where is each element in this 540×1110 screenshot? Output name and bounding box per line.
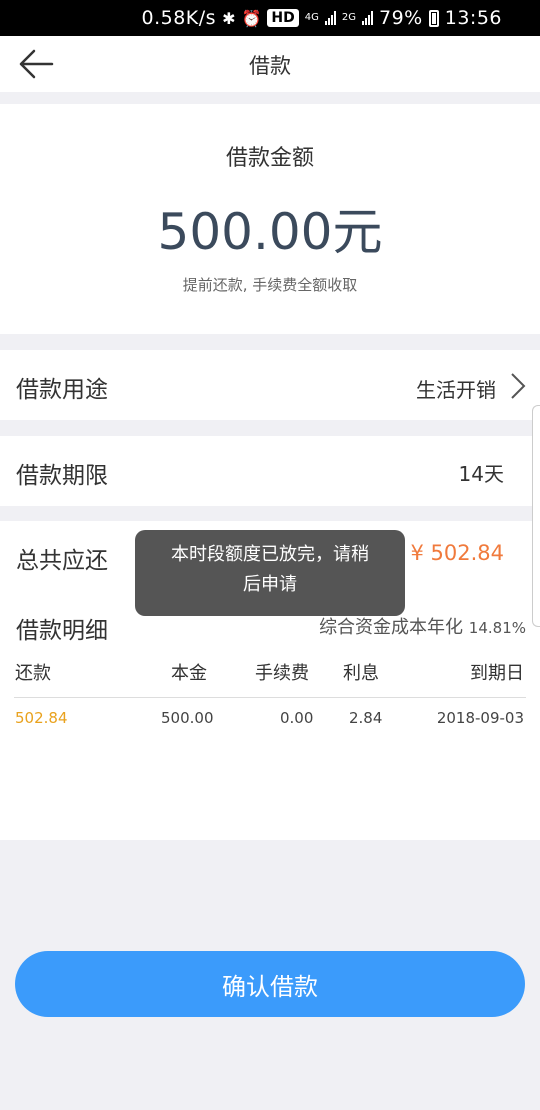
battery-percent: 79% <box>379 7 423 29</box>
col-fee: 手续费 <box>255 663 309 684</box>
detail-section: 借款明细 综合资金成本年化 14.81% 还款 本金 手续费 利息 到期日 50… <box>0 591 540 840</box>
status-bar: 0.58K/s ✱ ⏰ HD 4G 2G 79% 13:56 <box>0 0 540 36</box>
edge-panel-handle[interactable] <box>532 405 540 627</box>
term-label: 借款期限 <box>16 463 108 489</box>
cell-fee: 0.00 <box>280 709 314 727</box>
annual-cost-label: 综合资金成本年化 <box>319 617 464 638</box>
chevron-right-icon <box>511 373 526 399</box>
detail-label: 借款明细 <box>16 618 108 644</box>
purpose-label: 借款用途 <box>16 377 108 403</box>
battery-icon <box>428 9 439 27</box>
annual-cost: 综合资金成本年化 14.81% <box>319 613 526 639</box>
term-value: 14天 <box>458 462 504 486</box>
toast-line-2: 后申请 <box>243 574 297 595</box>
page-title: 借款 <box>249 54 291 78</box>
annual-cost-rate: 14.81% <box>468 619 526 637</box>
table-divider <box>14 697 526 698</box>
network-speed: 0.58K/s <box>141 7 217 29</box>
cell-due: 2018-09-03 <box>436 709 524 727</box>
bluetooth-icon: ✱ <box>222 8 236 28</box>
purpose-value: 生活开销 <box>416 378 496 402</box>
signal-icon <box>324 11 336 25</box>
amount-note: 提前还款, 手续费全额收取 <box>182 276 358 294</box>
col-due: 到期日 <box>470 663 524 684</box>
purpose-row[interactable]: 借款用途 生活开销 <box>0 350 540 420</box>
col-repay: 还款 <box>15 663 51 684</box>
detail-table-header: 还款 本金 手续费 利息 到期日 <box>0 659 540 699</box>
cell-principal: 500.00 <box>161 709 214 727</box>
cell-repay: 502.84 <box>15 709 68 727</box>
amount-card: 借款金额 500.00元 提前还款, 手续费全额收取 <box>0 104 540 334</box>
table-row: 502.84 500.00 0.00 2.84 2018-09-03 <box>0 709 540 733</box>
cell-interest: 2.84 <box>349 709 383 727</box>
toast-message: 本时段额度已放完，请稍 后申请 <box>135 530 405 616</box>
signal-2g-icon <box>362 11 373 25</box>
hd-badge: HD <box>267 9 299 27</box>
amount-value: 500.00元 <box>157 203 383 261</box>
toast-line-1: 本时段额度已放完，请稍 <box>171 544 369 565</box>
alarm-icon: ⏰ <box>241 8 262 28</box>
term-row: 借款期限 14天 <box>0 436 540 506</box>
clock: 13:56 <box>444 7 502 29</box>
net-2g-label: 2G <box>341 12 356 23</box>
confirm-loan-button[interactable]: 确认借款 <box>15 951 525 1017</box>
total-label: 总共应还 <box>16 548 108 574</box>
nav-bar: 借款 <box>0 36 540 92</box>
amount-label: 借款金额 <box>225 146 314 171</box>
net-4g-label: 4G <box>304 12 319 23</box>
col-interest: 利息 <box>343 663 379 684</box>
total-value: ¥ 502.84 <box>410 541 504 565</box>
col-principal: 本金 <box>171 663 207 684</box>
